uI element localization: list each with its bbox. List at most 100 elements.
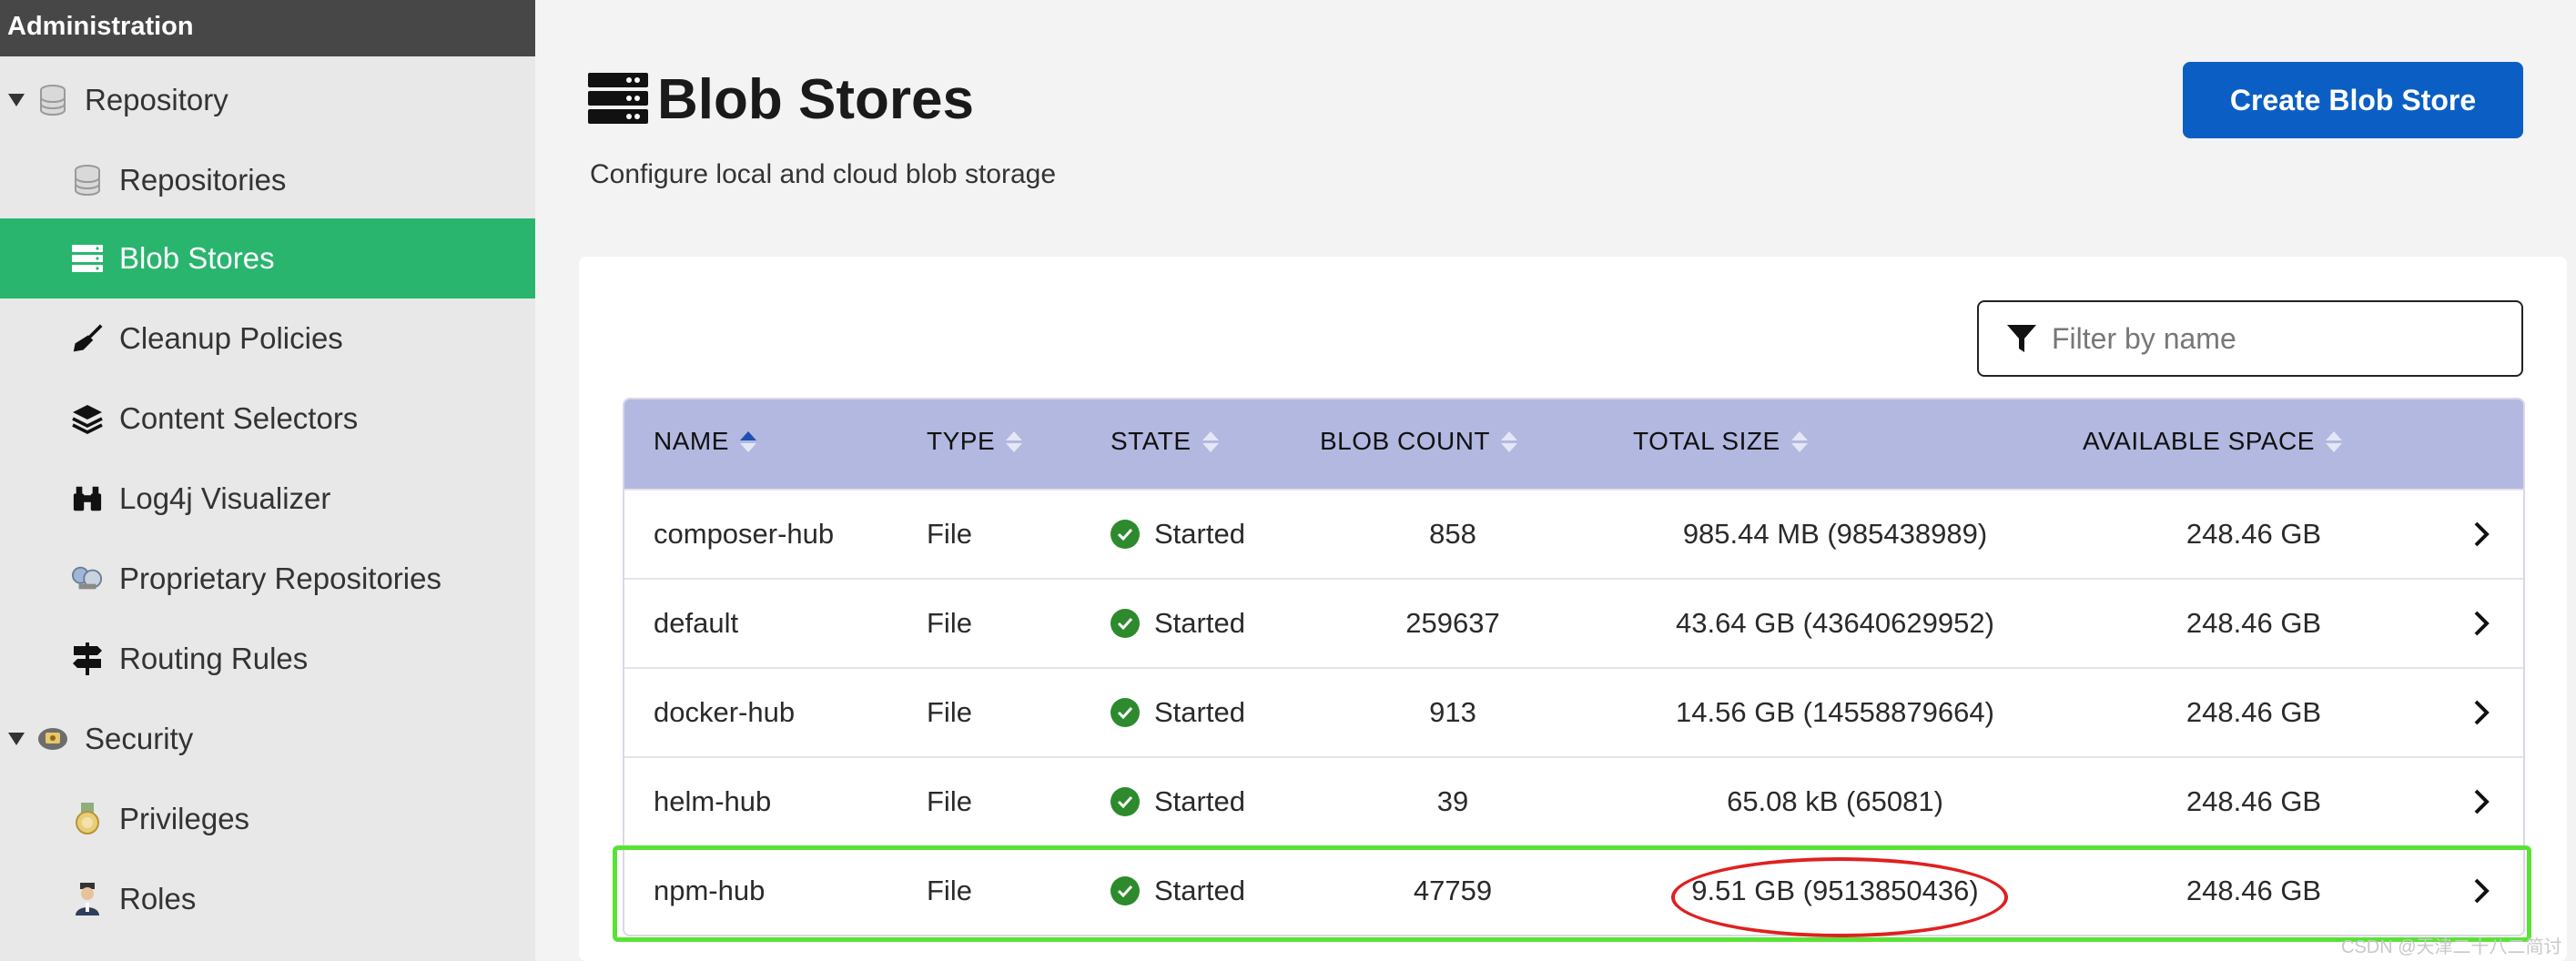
sidebar-item-label: Cleanup Policies <box>119 321 343 355</box>
sort-asc-icon <box>739 430 756 452</box>
globe-icon <box>72 563 103 594</box>
cell-name: default <box>654 607 739 639</box>
chevron-right-icon[interactable] <box>2463 491 2500 578</box>
column-header-label: NAME <box>654 427 729 455</box>
server-icon <box>588 72 648 127</box>
check-circle-icon <box>1111 609 1140 638</box>
cell-state: Started <box>1111 491 1245 578</box>
column-header-available-space[interactable]: AVAILABLE SPACE <box>2083 427 2342 456</box>
cell-type: File <box>927 607 972 639</box>
highlight-box <box>613 845 2531 942</box>
badge-icon <box>37 723 68 754</box>
table-row[interactable]: docker-hub File Started 913 14.56 GB (14… <box>624 667 2523 756</box>
state-label: Started <box>1154 785 1245 817</box>
cell-available-space: 248.46 GB <box>2186 518 2322 550</box>
cell-available-space: 248.46 GB <box>2186 607 2322 639</box>
cell-total-size: 14.56 GB (14558879664) <box>1676 696 1994 728</box>
user-role-icon <box>72 883 103 915</box>
broom-icon <box>72 323 103 354</box>
highlight-ellipse <box>1671 857 2008 937</box>
server-icon <box>72 243 103 274</box>
sidebar-item-label: Repository <box>85 83 228 116</box>
cell-blob-count: 39 <box>1436 785 1469 817</box>
table-row[interactable]: default File Started 259637 43.64 GB (43… <box>624 578 2523 667</box>
sidebar-item-label: Routing Rules <box>119 642 309 675</box>
column-header-type[interactable]: TYPE <box>927 427 1023 456</box>
binoculars-icon <box>72 483 103 514</box>
database-icon <box>72 165 103 196</box>
chevron-right-icon[interactable] <box>2463 580 2500 667</box>
column-header-label: AVAILABLE SPACE <box>2083 427 2315 455</box>
check-circle-icon <box>1111 698 1140 727</box>
cell-state: Started <box>1111 669 1245 756</box>
cell-blob-count: 259637 <box>1405 607 1500 639</box>
column-header-name[interactable]: NAME <box>654 427 756 456</box>
filter-icon <box>2006 323 2037 354</box>
page-header: Blob Stores <box>588 67 974 132</box>
sort-icon <box>1501 430 1518 452</box>
database-icon <box>37 85 68 116</box>
check-circle-icon <box>1111 520 1140 549</box>
cell-type: File <box>927 696 972 728</box>
cell-total-size: 43.64 GB (43640629952) <box>1676 607 1994 639</box>
table-header: NAME TYPE STATE BLOB COUNT TOTAL SIZE AV… <box>624 400 2523 489</box>
sidebar-item-privileges[interactable]: Privileges <box>0 779 535 859</box>
sidebar-item-routing-rules[interactable]: Routing Rules <box>0 619 535 699</box>
sidebar-item-cleanup-policies[interactable]: Cleanup Policies <box>0 298 535 379</box>
sidebar-item-repositories[interactable]: Repositories <box>0 140 535 220</box>
column-header-blob-count[interactable]: BLOB COUNT <box>1320 427 1518 456</box>
sidebar-item-label: Proprietary Repositories <box>119 561 441 595</box>
sidebar-item-log4j-visualizer[interactable]: Log4j Visualizer <box>0 459 535 539</box>
sidebar: Administration Repository Repositories B… <box>0 0 535 961</box>
collapse-icon[interactable] <box>8 94 25 106</box>
cell-state: Started <box>1111 758 1245 845</box>
cell-blob-count: 858 <box>1429 518 1476 550</box>
column-header-label: TYPE <box>927 427 996 455</box>
column-header-label: TOTAL SIZE <box>1633 427 1780 455</box>
sort-icon <box>1202 430 1219 452</box>
create-blob-store-button[interactable]: Create Blob Store <box>2183 62 2523 138</box>
column-header-total-size[interactable]: TOTAL SIZE <box>1633 427 1808 456</box>
collapse-icon[interactable] <box>8 733 25 745</box>
sort-icon <box>1790 430 1808 452</box>
sidebar-item-proprietary-repositories[interactable]: Proprietary Repositories <box>0 539 535 619</box>
sidebar-item-security[interactable]: Security <box>0 699 535 779</box>
sidebar-item-label: Security <box>85 722 194 755</box>
cell-type: File <box>927 785 972 817</box>
table-row[interactable]: composer-hub File Started 858 985.44 MB … <box>624 489 2523 578</box>
sidebar-item-repository[interactable]: Repository <box>0 60 535 140</box>
sidebar-item-roles[interactable]: Roles <box>0 859 535 939</box>
sidebar-item-label: Privileges <box>119 802 250 835</box>
filter-box[interactable] <box>1977 300 2523 377</box>
column-header-label: BLOB COUNT <box>1320 427 1491 455</box>
sidebar-item-label: Content Selectors <box>119 401 359 435</box>
cell-total-size: 985.44 MB (985438989) <box>1682 518 1988 550</box>
table-row[interactable]: helm-hub File Started 39 65.08 kB (65081… <box>624 756 2523 845</box>
sidebar-item-label: Roles <box>119 882 197 915</box>
cell-available-space: 248.46 GB <box>2186 785 2322 817</box>
cell-state: Started <box>1111 580 1245 667</box>
layers-icon <box>72 403 103 434</box>
chevron-right-icon[interactable] <box>2463 669 2500 756</box>
filter-input[interactable] <box>2052 321 2489 356</box>
sort-icon <box>1006 430 1023 452</box>
check-circle-icon <box>1111 787 1140 816</box>
sidebar-header: Administration <box>0 0 535 56</box>
column-header-label: STATE <box>1111 427 1192 455</box>
column-header-state[interactable]: STATE <box>1111 427 1219 456</box>
sidebar-item-blob-stores[interactable]: Blob Stores <box>0 218 535 298</box>
cell-name: helm-hub <box>654 785 772 817</box>
watermark: CSDN @天津二十八二简讨人 <box>2341 937 2562 957</box>
page-title: Blob Stores <box>657 68 974 131</box>
signpost-icon <box>72 642 103 675</box>
chevron-right-icon[interactable] <box>2463 758 2500 845</box>
cell-name: composer-hub <box>654 518 835 550</box>
cell-total-size: 65.08 kB (65081) <box>1727 785 1943 817</box>
sidebar-item-label: Repositories <box>119 163 287 197</box>
cell-type: File <box>927 518 972 550</box>
sidebar-item-content-selectors[interactable]: Content Selectors <box>0 379 535 459</box>
cell-name: docker-hub <box>654 696 796 728</box>
cell-blob-count: 913 <box>1429 696 1476 728</box>
cell-available-space: 248.46 GB <box>2186 696 2322 728</box>
sidebar-item-label: Blob Stores <box>119 241 275 275</box>
